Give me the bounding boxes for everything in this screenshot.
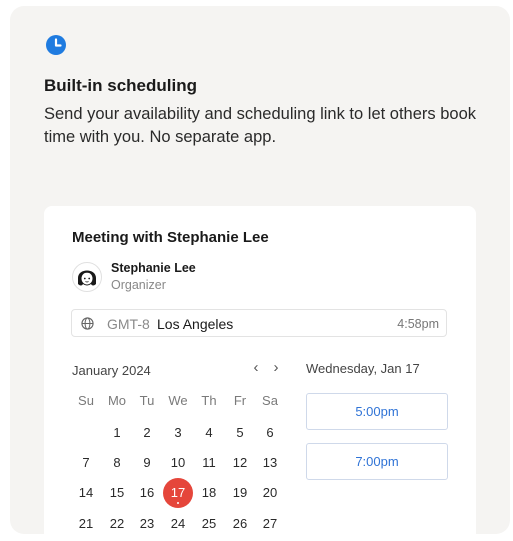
feature-description: Send your availability and scheduling li…	[44, 105, 477, 146]
feature-panel: Built-in scheduling Send your availabili…	[10, 6, 510, 534]
calendar-day[interactable]: 8	[102, 448, 132, 478]
time-slot-button[interactable]: 5:00pm	[306, 393, 448, 430]
calendar-day[interactable]: 10	[163, 448, 193, 478]
current-time: 4:58pm	[397, 317, 439, 331]
time-slot-button[interactable]: 7:00pm	[306, 443, 448, 480]
calendar-day[interactable]: 2	[132, 418, 162, 448]
timezone-offset: GMT-8	[107, 316, 150, 332]
calendar-day[interactable]: 9	[132, 448, 162, 478]
organizer-role: Organizer	[111, 278, 166, 292]
clock-icon	[46, 35, 66, 55]
weekday-label: Sa	[262, 393, 278, 408]
calendar-day[interactable]: 25	[194, 509, 224, 534]
calendar-day-selected[interactable]: 17	[163, 478, 193, 508]
calendar-day[interactable]: 15	[102, 478, 132, 508]
next-month-button[interactable]: ›	[266, 358, 286, 378]
calendar-day[interactable]: 27	[255, 509, 285, 534]
calendar-day[interactable]: 1	[102, 418, 132, 448]
prev-month-button[interactable]: ‹	[246, 358, 266, 378]
calendar-day[interactable]: 22	[102, 509, 132, 534]
calendar-day[interactable]: 18	[194, 478, 224, 508]
calendar-day[interactable]: 3	[163, 418, 193, 448]
calendar-month-label: January 2024	[72, 363, 151, 378]
calendar-day[interactable]: 19	[225, 478, 255, 508]
weekday-label: Su	[78, 393, 94, 408]
weekday-label: We	[168, 393, 188, 408]
calendar-day[interactable]: 6	[255, 418, 285, 448]
globe-icon	[81, 317, 94, 330]
weekday-label: Fr	[233, 393, 247, 408]
organizer-name: Stephanie Lee	[111, 261, 196, 275]
weekday-label: Mo	[107, 393, 127, 408]
calendar-day[interactable]: 12	[225, 448, 255, 478]
scheduling-card: Meeting with Stephanie Lee Stephanie Lee…	[44, 206, 476, 534]
timezone-city: Los Angeles	[157, 316, 234, 332]
calendar-day[interactable]: 5	[225, 418, 255, 448]
timezone-selector[interactable]: GMT-8 Los Angeles 4:58pm	[71, 309, 447, 337]
weekday-label: Tu	[139, 393, 155, 408]
calendar-day[interactable]: 13	[255, 448, 285, 478]
feature-title: Built-in scheduling	[44, 76, 197, 95]
calendar-day[interactable]: 11	[194, 448, 224, 478]
calendar-day[interactable]: 16	[132, 478, 162, 508]
calendar-day[interactable]: 7	[71, 448, 101, 478]
calendar-day[interactable]: 26	[225, 509, 255, 534]
meeting-title: Meeting with Stephanie Lee	[72, 229, 269, 246]
calendar-day[interactable]: 14	[71, 478, 101, 508]
calendar-day[interactable]: 23	[132, 509, 162, 534]
calendar-day[interactable]: 20	[255, 478, 285, 508]
selected-date-label: Wednesday, Jan 17	[306, 361, 420, 376]
calendar-day[interactable]: 24	[163, 509, 193, 534]
avatar	[72, 262, 102, 292]
weekday-label: Th	[201, 393, 217, 408]
calendar-day[interactable]: 4	[194, 418, 224, 448]
calendar-day[interactable]: 21	[71, 509, 101, 534]
